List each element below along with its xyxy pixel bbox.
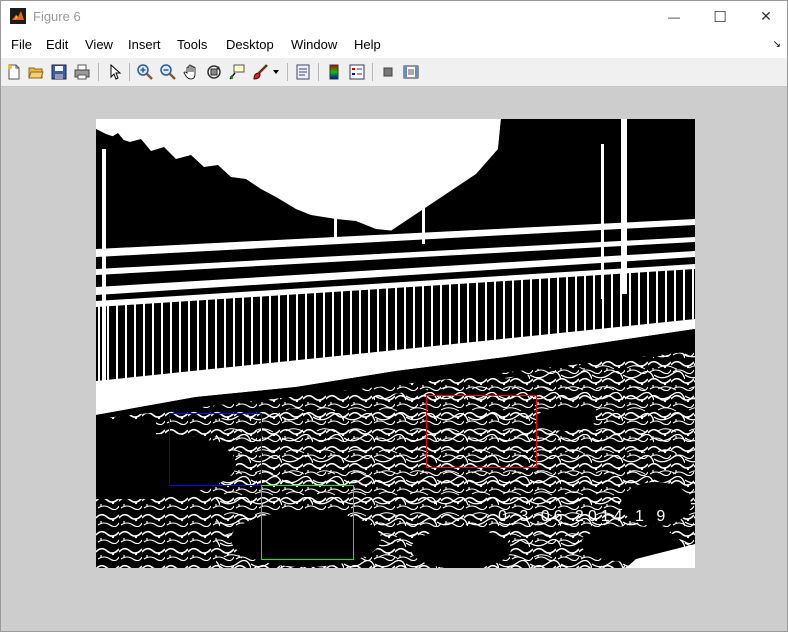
brush-dropdown-button[interactable]: [270, 62, 282, 82]
show-plot-tools-icon: [403, 65, 419, 79]
zoom-out-button[interactable]: [158, 62, 178, 82]
print-icon: [74, 64, 90, 80]
pan-hand-icon: [183, 64, 196, 80]
menu-help[interactable]: Help: [354, 37, 381, 52]
legend-icon: [349, 64, 365, 80]
data-cursor-icon: [229, 64, 245, 80]
blue-roi-box[interactable]: [169, 413, 262, 486]
save-button[interactable]: [49, 62, 69, 82]
zoom-in-icon: [137, 64, 153, 80]
new-figure-button[interactable]: [4, 62, 24, 82]
pointer-button[interactable]: [105, 62, 125, 82]
maximize-button[interactable]: ☐: [697, 1, 743, 32]
timestamp-overlay: 0 3 06 2014 1 9: [498, 508, 669, 525]
figure-toolbar: [1, 58, 787, 87]
colorbar-button[interactable]: [324, 62, 344, 82]
toolbar-separator: [98, 63, 99, 81]
menu-window[interactable]: Window: [291, 37, 337, 52]
open-file-icon: [28, 67, 44, 79]
close-button[interactable]: ✕: [743, 1, 787, 32]
close-icon: ✕: [760, 8, 772, 24]
open-file-button[interactable]: [26, 62, 46, 82]
pointer-icon: [110, 64, 122, 80]
menu-insert[interactable]: Insert: [128, 37, 161, 52]
dock-arrow-icon[interactable]: ↘: [773, 39, 781, 50]
show-plot-tools-button[interactable]: [401, 62, 421, 82]
matlab-logo-icon: [10, 8, 26, 24]
toolbar-separator: [372, 63, 373, 81]
menu-bar: File Edit View Insert Tools Desktop Wind…: [1, 32, 787, 59]
legend-button[interactable]: [347, 62, 367, 82]
red-roi-box[interactable]: [426, 395, 537, 468]
print-button[interactable]: [72, 62, 92, 82]
colorbar-icon: [329, 64, 339, 80]
pan-button[interactable]: [181, 62, 201, 82]
zoom-out-icon: [160, 64, 176, 80]
window-title: Figure 6: [33, 9, 81, 24]
rotate-3d-icon: [207, 65, 221, 79]
link-plot-icon: [296, 64, 310, 80]
data-cursor-button[interactable]: [227, 62, 247, 82]
toolbar-separator: [287, 63, 288, 81]
maximize-icon: ☐: [713, 8, 727, 26]
minimize-button[interactable]: —: [651, 1, 697, 32]
binary-image: 0 3 06 2014 1 9: [96, 119, 695, 568]
menu-view[interactable]: View: [85, 37, 113, 52]
zoom-in-button[interactable]: [135, 62, 155, 82]
green-roi-box[interactable]: [261, 485, 354, 560]
hide-plot-tools-button[interactable]: [378, 62, 398, 82]
minimize-icon: —: [668, 9, 680, 24]
figure-canvas[interactable]: 0 3 06 2014 1 9: [1, 87, 787, 631]
image-axes[interactable]: 0 3 06 2014 1 9: [96, 119, 695, 568]
new-figure-icon: [8, 64, 20, 80]
brush-button[interactable]: [250, 62, 270, 82]
chevron-down-icon: [273, 70, 279, 74]
link-plot-button[interactable]: [293, 62, 313, 82]
toolbar-separator: [318, 63, 319, 81]
menu-desktop[interactable]: Desktop: [226, 37, 274, 52]
menu-edit[interactable]: Edit: [46, 37, 68, 52]
brush-icon: [253, 64, 268, 80]
hide-plot-tools-icon: [383, 67, 393, 77]
menu-tools[interactable]: Tools: [177, 37, 207, 52]
title-bar[interactable]: Figure 6 — ☐ ✕: [1, 1, 787, 32]
figure-window: Figure 6 — ☐ ✕ File Edit View Insert Too…: [0, 0, 788, 632]
save-icon: [51, 64, 67, 80]
menu-file[interactable]: File: [11, 37, 32, 52]
rotate-3d-button[interactable]: [204, 62, 224, 82]
toolbar-separator: [129, 63, 130, 81]
